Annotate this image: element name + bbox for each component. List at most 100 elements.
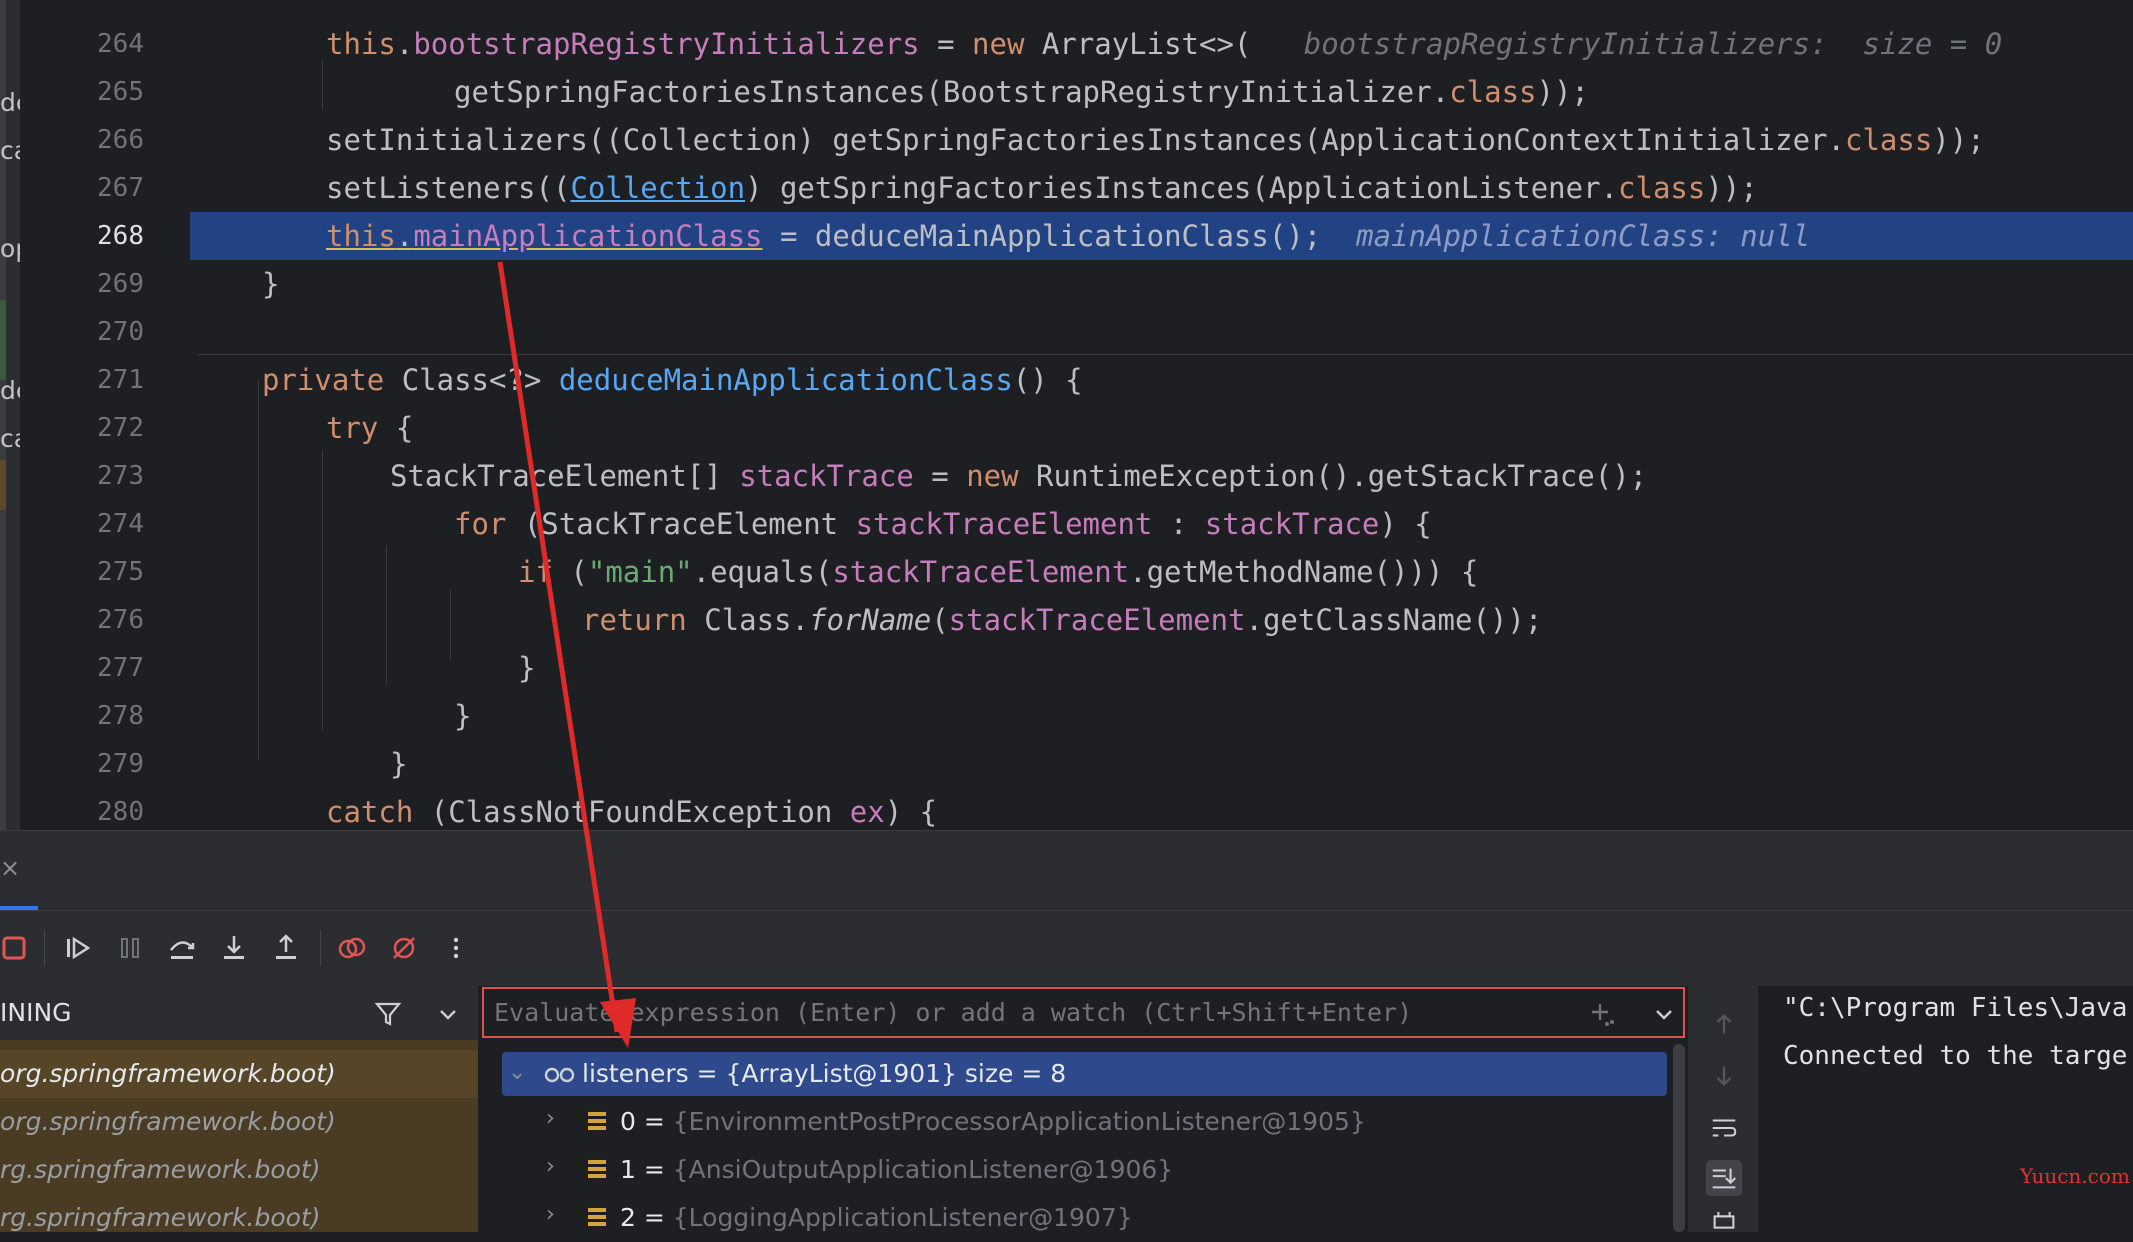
code-token: }: [454, 699, 472, 733]
variable-name: 2: [620, 1203, 636, 1232]
line-number[interactable]: 266: [74, 116, 144, 164]
code-token: forName: [808, 603, 932, 637]
code-token: setInitializers((Collection) getSpringFa…: [326, 123, 1845, 157]
code-token: stackTraceElement: [948, 603, 1246, 637]
soft-wrap-button[interactable]: [1706, 1110, 1742, 1146]
mute-breakpoints-icon: [393, 937, 415, 959]
code-line[interactable]: try {: [326, 404, 413, 452]
line-number[interactable]: 265: [74, 68, 144, 116]
soft-wrap-icon: [1712, 1119, 1737, 1137]
scroll-to-end-button[interactable]: [1706, 1160, 1742, 1196]
list-item-icon: [588, 1112, 606, 1130]
line-number[interactable]: 272: [74, 404, 144, 452]
stack-frame[interactable]: org.springframework.boot): [0, 1050, 336, 1098]
code-token: .getMethodName())) {: [1129, 555, 1479, 589]
variable-name: 1: [620, 1155, 636, 1184]
line-number[interactable]: 264: [74, 20, 144, 68]
line-number[interactable]: 278: [74, 692, 144, 740]
code-line[interactable]: catch (ClassNotFoundException ex) {: [326, 788, 937, 836]
step-over-button[interactable]: [162, 928, 202, 968]
code-line[interactable]: if ("main".equals(stackTraceElement.getM…: [518, 548, 1478, 596]
thread-dropdown-button[interactable]: [428, 994, 468, 1034]
pause-button[interactable]: [110, 928, 150, 968]
line-number[interactable]: 274: [74, 500, 144, 548]
scroll-to-end-icon: [1712, 1168, 1736, 1189]
chevron-down-icon[interactable]: ⌄: [508, 1060, 526, 1085]
code-line[interactable]: private Class<?> deduceMainApplicationCl…: [262, 356, 1083, 404]
code-token: this: [326, 27, 396, 61]
variable-row[interactable]: 2 = {LoggingApplicationListener@1907}: [620, 1194, 1133, 1242]
stack-frame[interactable]: rg.springframework.boot): [0, 1146, 321, 1194]
code-token: new: [966, 459, 1037, 493]
variable-value: {EnvironmentPostProcessorApplicationList…: [672, 1107, 1366, 1136]
line-number[interactable]: 280: [74, 788, 144, 836]
variable-row[interactable]: listeners = {ArrayList@1901} size = 8: [582, 1050, 1066, 1098]
mute-breakpoints-button[interactable]: [384, 928, 424, 968]
line-number[interactable]: 279: [74, 740, 144, 788]
code-line[interactable]: for (StackTraceElement stackTraceElement…: [454, 500, 1432, 548]
variable-row[interactable]: 1 = {AnsiOutputApplicationListener@1906}: [620, 1146, 1173, 1194]
watch-infinity-icon: [544, 1067, 575, 1083]
line-number[interactable]: 268: [74, 212, 144, 260]
code-line[interactable]: getSpringFactoriesInstances(BootstrapReg…: [454, 68, 1589, 116]
stack-frame[interactable]: org.springframework.boot): [0, 1098, 336, 1146]
more-vertical-icon: [453, 937, 459, 959]
code-line[interactable]: }: [454, 692, 471, 740]
close-tab-button[interactable]: ×: [0, 854, 20, 882]
scroll-down-button[interactable]: [1706, 1058, 1742, 1094]
variable-name: 0: [620, 1107, 636, 1136]
line-number[interactable]: 270: [74, 308, 144, 356]
code-token: ));: [1932, 123, 1985, 157]
code-token: .getClassName());: [1245, 603, 1543, 637]
code-line[interactable]: this.mainApplicationClass = deduceMainAp…: [326, 212, 1810, 260]
stack-frame[interactable]: rg.springframework.boot): [0, 1194, 321, 1242]
resume-button[interactable]: [58, 928, 98, 968]
line-number[interactable]: 273: [74, 452, 144, 500]
line-number[interactable]: 275: [74, 548, 144, 596]
variable-row[interactable]: 0 = {EnvironmentPostProcessorApplication…: [620, 1098, 1366, 1146]
console-line: "C:\Program Files\Java: [1783, 993, 2128, 1023]
toolbar-separator: [44, 930, 45, 966]
code-line[interactable]: return Class.forName(stackTraceElement.g…: [582, 596, 1542, 644]
code-line[interactable]: }: [262, 260, 279, 308]
view-breakpoints-button[interactable]: [332, 928, 372, 968]
code-token: class: [1449, 75, 1537, 109]
code-line[interactable]: this.bootstrapRegistryInitializers = new…: [326, 20, 2002, 68]
line-number[interactable]: 277: [74, 644, 144, 692]
resume-icon: [67, 936, 91, 960]
line-number[interactable]: 267: [74, 164, 144, 212]
code-token: stackTraceElement: [855, 507, 1153, 541]
code-token: Collection: [570, 171, 746, 205]
code-token: catch: [326, 795, 431, 829]
print-button[interactable]: [1706, 1212, 1742, 1232]
scroll-up-button[interactable]: [1706, 1006, 1742, 1042]
variables-scrollbar[interactable]: [1673, 1044, 1685, 1232]
code-token: ex: [849, 795, 885, 829]
variable-name: listeners: [582, 1059, 689, 1088]
code-token: (: [570, 555, 588, 589]
add-watch-button[interactable]: [1584, 994, 1624, 1034]
chevron-right-icon[interactable]: ›: [546, 1154, 555, 1179]
code-line[interactable]: setInitializers((Collection) getSpringFa…: [326, 116, 1985, 164]
filter-icon: [374, 1002, 402, 1026]
more-options-button[interactable]: [436, 928, 476, 968]
line-number[interactable]: 271: [74, 356, 144, 404]
stop-button[interactable]: [0, 928, 34, 968]
history-dropdown-button[interactable]: [1644, 994, 1684, 1034]
evaluate-expression-input[interactable]: [494, 990, 1544, 1035]
filter-button[interactable]: [368, 994, 408, 1034]
code-token: () {: [1012, 363, 1083, 397]
step-into-button[interactable]: [214, 928, 254, 968]
code-token: {: [395, 411, 414, 445]
code-line[interactable]: }: [518, 644, 535, 692]
code-token: Class<?>: [401, 363, 559, 397]
code-line[interactable]: }: [390, 740, 407, 788]
variable-value: {AnsiOutputApplicationListener@1906}: [672, 1155, 1174, 1184]
code-line[interactable]: setListeners((Collection) getSpringFacto…: [326, 164, 1758, 212]
step-out-button[interactable]: [266, 928, 306, 968]
code-line[interactable]: StackTraceElement[] stackTrace = new Run…: [390, 452, 1647, 500]
line-number[interactable]: 269: [74, 260, 144, 308]
line-number[interactable]: 276: [74, 596, 144, 644]
chevron-right-icon[interactable]: ›: [546, 1202, 555, 1227]
chevron-right-icon[interactable]: ›: [546, 1106, 555, 1131]
